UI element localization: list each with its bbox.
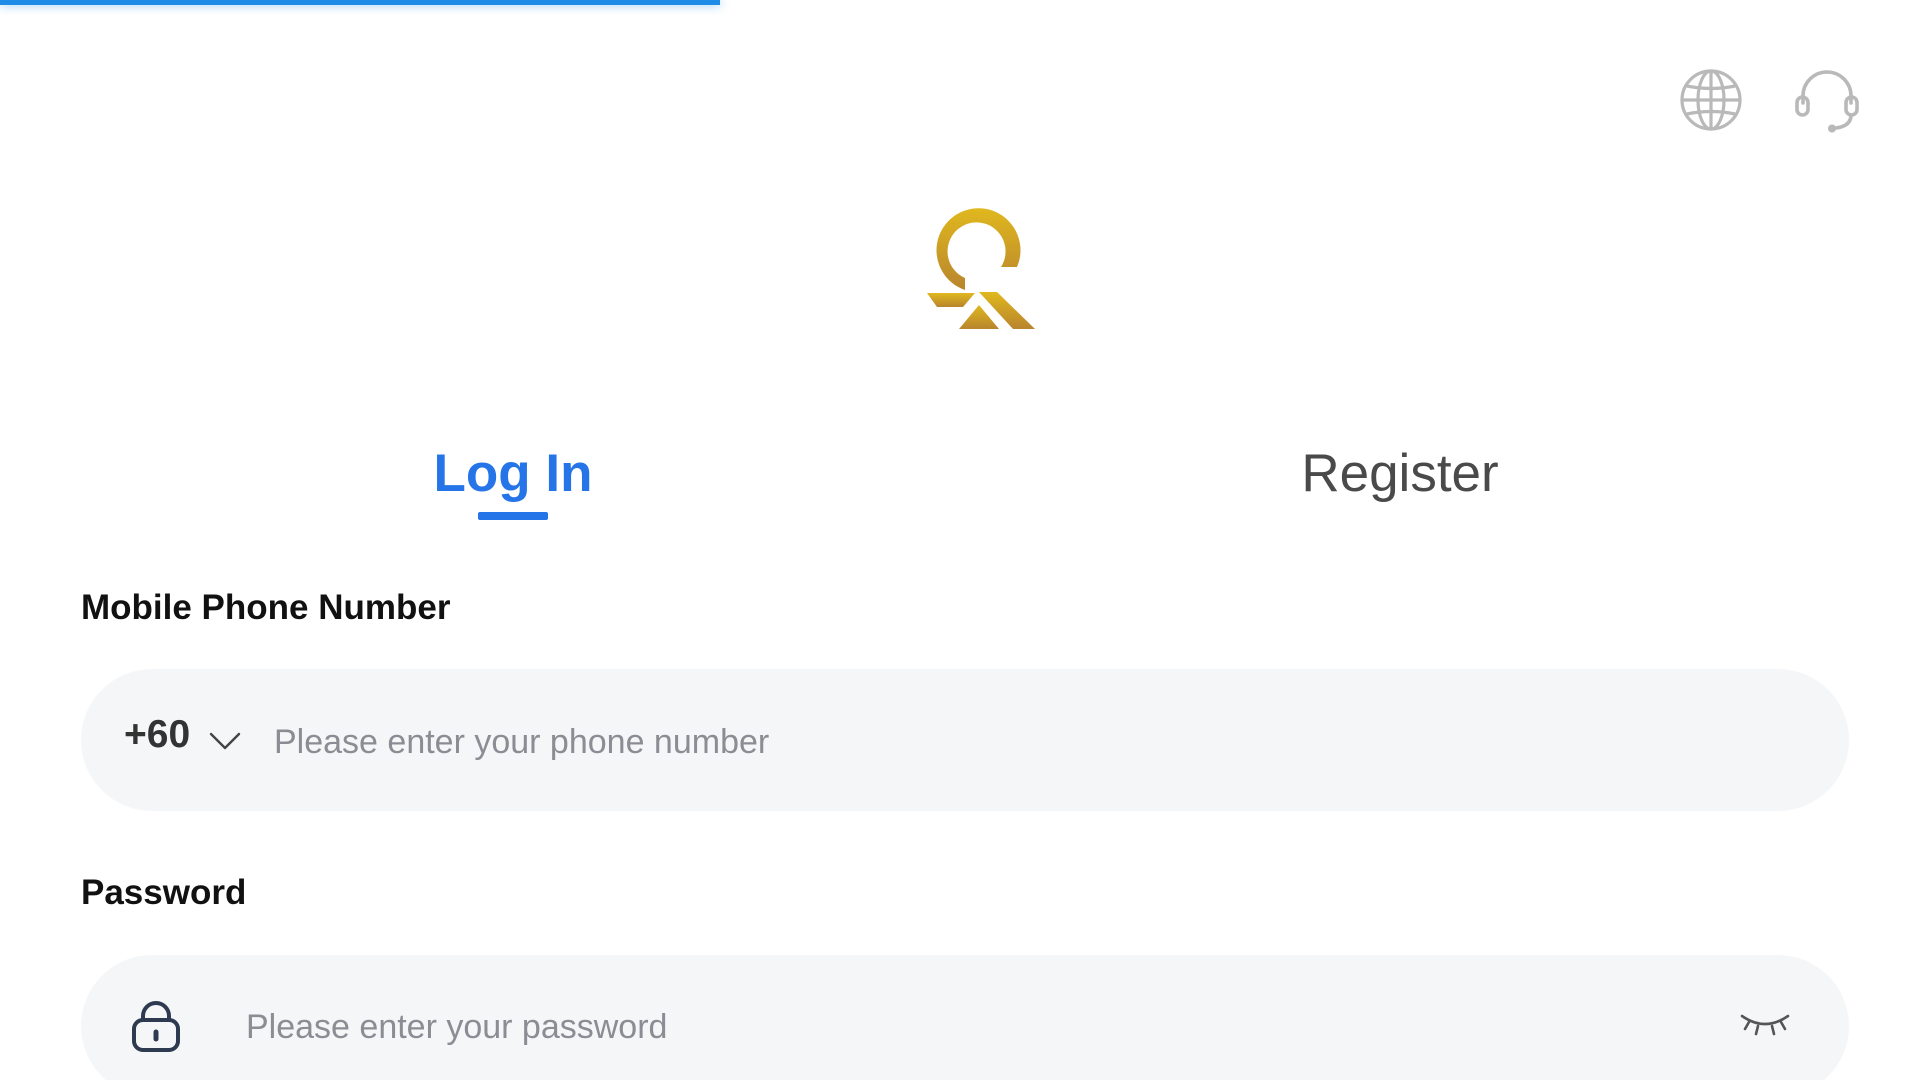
customer-support-button[interactable]: [1791, 64, 1863, 136]
q-logo-icon: [927, 208, 1035, 329]
phone-input-container: +60: [81, 669, 1849, 811]
password-field-label: Password: [81, 873, 247, 912]
tab-login[interactable]: Log In: [400, 438, 626, 518]
headset-icon: [1795, 70, 1859, 133]
globe-icon: [1680, 69, 1742, 131]
password-input-container: [81, 955, 1849, 1080]
phone-number-input[interactable]: [272, 713, 1776, 771]
brand-logo: [905, 205, 1035, 335]
tab-register[interactable]: Register: [1250, 438, 1550, 518]
phone-field-label: Mobile Phone Number: [81, 588, 451, 627]
eye-closed-icon[interactable]: [1739, 1007, 1791, 1037]
lock-icon: [132, 1001, 180, 1052]
active-tab-indicator: [478, 512, 548, 520]
page-loading-progress-bar: [0, 0, 720, 5]
login-page: Log In Register Mobile Phone Number +60 …: [0, 0, 1920, 1080]
language-button[interactable]: [1675, 64, 1747, 136]
country-code-selector[interactable]: +60: [124, 713, 190, 757]
password-input[interactable]: [244, 998, 1648, 1056]
chevron-down-icon[interactable]: [208, 729, 242, 753]
